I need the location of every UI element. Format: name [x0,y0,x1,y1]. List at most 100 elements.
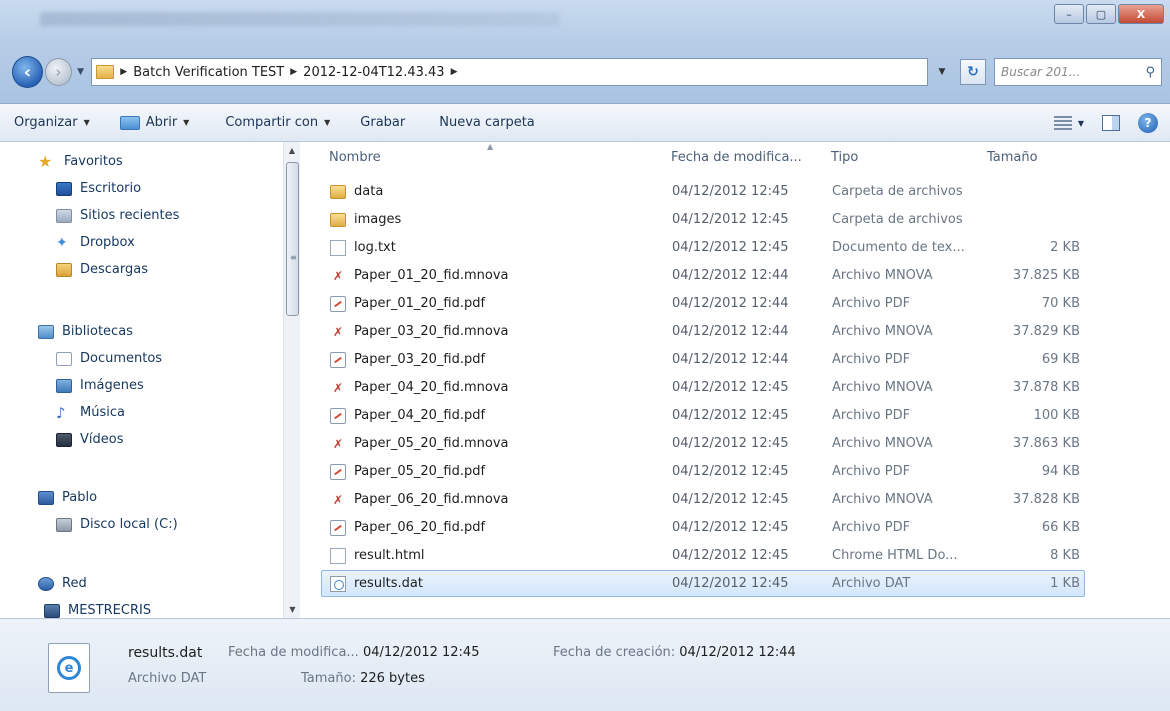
file-row[interactable]: ✗ Paper_03_20_fid.mnova 04/12/2012 12:44 Ar… [321,318,1085,345]
file-row[interactable]: data 04/12/2012 12:45 Carpeta de archivos [321,178,1085,205]
file-row[interactable]: ✗ Paper_04_20_fid.mnova 04/12/2012 12:45 Ar… [321,374,1085,401]
file-date: 04/12/2012 12:45 [672,380,789,395]
nav-item-pictures[interactable]: Imágenes [0,372,280,399]
scroll-thumb[interactable]: ≡ [286,162,299,316]
nav-item-recent[interactable]: Sitios recientes [0,202,280,229]
navigation-scrollbar[interactable]: ▲ ≡ ▼ [283,142,300,618]
search-input[interactable]: Buscar 201... ⚲ [994,58,1162,86]
file-name-cell: Paper_04_20_fid.pdf [330,407,670,424]
file-date: 04/12/2012 12:44 [672,296,789,311]
column-header-size[interactable]: Tamaño [987,142,1038,172]
maximize-button[interactable]: ▢ [1086,4,1116,24]
file-date: 04/12/2012 12:45 [672,408,789,423]
window-controls: – ▢ X [1054,4,1164,24]
column-header-name[interactable]: Nombre [329,142,381,172]
nav-label: Sitios recientes [80,208,180,223]
favorites-section: ★ Favoritos Escritorio Sitios recientes … [0,148,280,283]
forward-button[interactable]: › [44,58,72,86]
file-row[interactable]: ✗ Paper_01_20_fid.mnova 04/12/2012 12:44 Ar… [321,262,1085,289]
file-type: Archivo PDF [832,464,911,479]
file-name-cell: data [330,184,670,199]
star-icon: ★ [38,151,53,171]
breadcrumb-arrow-icon[interactable]: ▶ [290,67,297,77]
address-dropdown-icon[interactable]: ▼ [932,67,952,77]
nav-network[interactable]: Red [0,570,280,597]
file-date: 04/12/2012 12:44 [672,352,789,367]
breadcrumb-item[interactable]: Batch Verification TEST [133,65,284,80]
burn-button[interactable]: Grabar [352,104,413,141]
breadcrumb-arrow-icon[interactable]: ▶ [451,67,458,77]
column-header-date[interactable]: Fecha de modifica... [671,142,802,172]
nav-item-videos[interactable]: Vídeos [0,426,280,453]
nav-libraries[interactable]: Bibliotecas [0,318,280,345]
search-icon[interactable]: ⚲ [1145,65,1155,80]
change-view-button[interactable]: ▼ [1053,116,1084,130]
nav-item-dropbox[interactable]: ✦ Dropbox [0,229,280,256]
nav-label: Favoritos [64,154,123,169]
new-folder-button[interactable]: Nueva carpeta [431,104,543,141]
file-name-cell: ✗ Paper_06_20_fid.mnova [330,492,670,508]
nav-favorites[interactable]: ★ Favoritos [0,148,280,175]
file-size: 37.829 KB [1012,324,1080,339]
file-type: Carpeta de archivos [832,184,963,199]
file-row[interactable]: result.html 04/12/2012 12:45 Chrome HTML D… [321,542,1085,569]
nav-label: Escritorio [80,181,142,196]
file-row[interactable]: results.dat 04/12/2012 12:45 Archivo DAT 1 … [321,570,1085,597]
file-type: Archivo MNOVA [832,492,933,507]
file-row[interactable]: Paper_06_20_fid.pdf 04/12/2012 12:45 Archi… [321,514,1085,541]
breadcrumb-arrow-icon[interactable]: ▶ [120,67,127,77]
file-row[interactable]: ✗ Paper_06_20_fid.mnova 04/12/2012 12:45 Ar… [321,486,1085,513]
scroll-up-icon[interactable]: ▲ [284,142,300,159]
chevron-down-icon: ▼ [324,118,331,127]
nav-item-documents[interactable]: Documentos [0,345,280,372]
close-button[interactable]: X [1118,4,1164,24]
details-size: Tamaño: 226 bytes [301,671,425,686]
share-button[interactable]: Compartir con ▼ [217,104,338,141]
address-tail: ▼ ↻ Buscar 201... ⚲ [932,58,1162,86]
file-name: results.dat [354,576,423,591]
file-row[interactable]: images 04/12/2012 12:45 Carpeta de archivo… [321,206,1085,233]
file-type: Chrome HTML Do... [832,548,958,563]
file-row[interactable]: Paper_04_20_fid.pdf 04/12/2012 12:45 Archi… [321,402,1085,429]
nav-item-downloads[interactable]: Descargas [0,256,280,283]
file-name-cell: images [330,212,670,227]
file-name-cell: ✗ Paper_03_20_fid.mnova [330,324,670,340]
file-date: 04/12/2012 12:45 [672,464,789,479]
nav-item-desktop[interactable]: Escritorio [0,175,280,202]
minimize-button[interactable]: – [1054,4,1084,24]
file-name: Paper_05_20_fid.pdf [354,464,486,479]
column-label: Nombre [329,149,381,165]
file-row[interactable]: Paper_03_20_fid.pdf 04/12/2012 12:44 Archi… [321,346,1085,373]
file-row[interactable]: Paper_01_20_fid.pdf 04/12/2012 12:44 Archi… [321,290,1085,317]
text-file-icon [330,239,346,256]
chevron-down-icon: ▼ [183,118,190,127]
folder-file-icon [330,184,346,199]
file-row[interactable]: Paper_05_20_fid.pdf 04/12/2012 12:45 Archi… [321,458,1085,485]
organize-button[interactable]: Organizar ▼ [0,104,98,141]
address-bar[interactable]: ▶ Batch Verification TEST ▶ 2012-12-04T1… [91,58,928,86]
file-name: data [354,184,384,199]
breadcrumb-item[interactable]: 2012-12-04T12.43.43 [303,65,444,80]
size-value: 226 bytes [360,671,425,686]
column-header-type[interactable]: Tipo [831,142,858,172]
file-size: 2 KB [1050,240,1080,255]
file-date: 04/12/2012 12:45 [672,492,789,507]
navigation-pane: ★ Favoritos Escritorio Sitios recientes … [0,142,300,618]
downloads-icon [56,262,72,277]
nav-item-local-disk[interactable]: Disco local (C:) [0,511,280,538]
preview-pane-icon[interactable] [1102,115,1120,131]
file-type: Archivo PDF [832,520,911,535]
file-row[interactable]: log.txt 04/12/2012 12:45 Documento de tex.… [321,234,1085,261]
scroll-down-icon[interactable]: ▼ [284,601,301,618]
file-row[interactable]: ✗ Paper_05_20_fid.mnova 04/12/2012 12:45 Ar… [321,430,1085,457]
refresh-icon[interactable]: ↻ [960,59,986,85]
nav-user[interactable]: Pablo [0,484,280,511]
network-icon [38,576,54,591]
open-button[interactable]: Abrir ▼ [112,104,198,141]
back-button[interactable]: ‹ [12,56,43,88]
history-dropdown[interactable]: ▼ [74,67,87,77]
file-size: 70 KB [1041,296,1080,311]
help-icon[interactable]: ? [1138,113,1158,133]
organize-label: Organizar [14,115,78,130]
nav-item-music[interactable]: ♪ Música [0,399,280,426]
